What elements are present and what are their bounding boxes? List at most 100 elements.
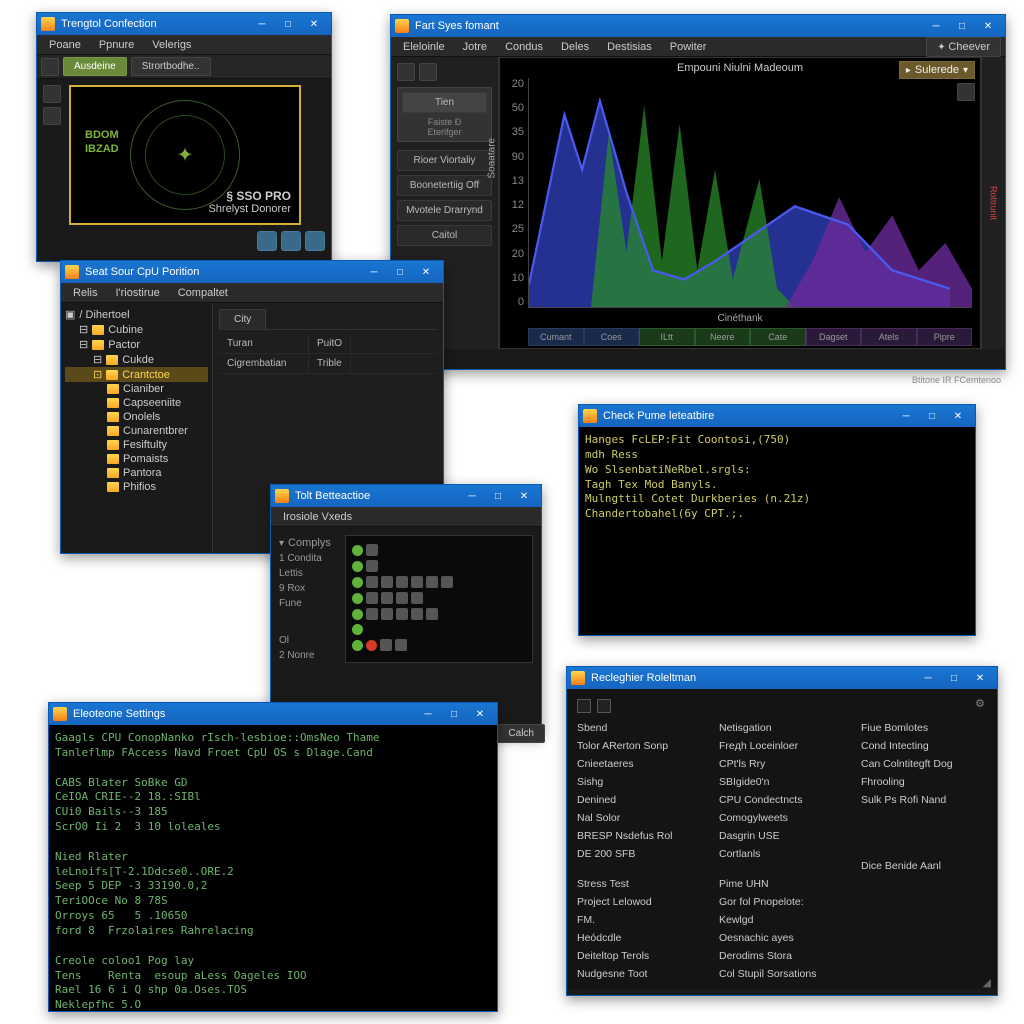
menu-item[interactable]: Deles <box>553 39 597 55</box>
titlebar[interactable]: Trengtol Confection ─ □ ✕ <box>37 13 331 35</box>
list-item[interactable]: Stress Test <box>577 877 703 891</box>
legend-item[interactable]: Atels <box>861 328 917 346</box>
minimize-button[interactable]: ─ <box>459 487 485 505</box>
menu-item[interactable]: I'riostirue <box>107 285 167 301</box>
minimize-button[interactable]: ─ <box>361 263 387 281</box>
tab-ausdeine[interactable]: Ausdeine <box>63 57 127 76</box>
list-item[interactable]: Cond Intecting <box>861 739 987 753</box>
list-item[interactable]: Cnieetaeres <box>577 757 703 771</box>
list-item[interactable]: Fiue Bomlotes <box>861 721 987 735</box>
status-dot-icon[interactable] <box>352 640 363 651</box>
mini-icon[interactable] <box>381 592 393 604</box>
titlebar[interactable]: Fart Syes fomant ─ □ ✕ <box>391 15 1005 37</box>
list-item[interactable]: Project Lelowod <box>577 895 703 909</box>
status-icon[interactable] <box>305 231 325 251</box>
tree-node[interactable]: Cunarentbrer <box>65 424 208 438</box>
legend-item[interactable]: Pipre <box>917 328 973 346</box>
maximize-button[interactable]: □ <box>919 407 945 425</box>
close-button[interactable]: ✕ <box>975 17 1001 35</box>
menu-item[interactable]: Eleloinle <box>395 39 453 55</box>
list-item[interactable]: Netisgation <box>719 721 845 735</box>
tree-node[interactable]: Cianiber <box>65 382 208 396</box>
minimize-button[interactable]: ─ <box>415 705 441 723</box>
toolbar-icon[interactable] <box>577 699 591 713</box>
record-icon[interactable] <box>366 640 377 651</box>
list-item[interactable]: Denined <box>577 793 703 807</box>
list-item[interactable]: Sulk Ps Rofi Nand <box>861 793 987 807</box>
mini-icon[interactable] <box>381 608 393 620</box>
list-item[interactable]: Sbend <box>577 721 703 735</box>
tree-node[interactable]: Onolels <box>65 410 208 424</box>
mini-icon[interactable] <box>426 576 438 588</box>
panel-button[interactable]: Rioer Viortaliy <box>397 150 492 171</box>
list-item[interactable]: Nal Solor <box>577 811 703 825</box>
close-button[interactable]: ✕ <box>967 669 993 687</box>
mini-icon[interactable] <box>366 608 378 620</box>
maximize-button[interactable]: □ <box>485 487 511 505</box>
run-button[interactable]: Tien <box>402 92 487 113</box>
list-item[interactable]: Fhrooling <box>861 775 987 789</box>
mini-icon[interactable] <box>396 576 408 588</box>
menu-item[interactable]: Powiter <box>662 39 715 55</box>
tree-node[interactable]: Phifios <box>65 480 208 494</box>
mini-icon[interactable] <box>411 592 423 604</box>
panel-icon[interactable] <box>397 63 415 81</box>
tree-view[interactable]: ▣/ Dihertoel ⊟Cubine ⊟Pactor ⊟Cukde ⊡Cra… <box>61 303 213 553</box>
terminal-output[interactable]: Gaagls CPU ConopNanko rIsch-lesbioe::Oms… <box>49 725 497 1011</box>
titlebar[interactable]: Eleoteone Settings ─ □ ✕ <box>49 703 497 725</box>
maximize-button[interactable]: □ <box>441 705 467 723</box>
list-item[interactable]: Deiteltop Terols <box>577 949 703 963</box>
legend-item[interactable]: Dagset <box>806 328 862 346</box>
status-dot-icon[interactable] <box>352 545 363 556</box>
tree-node[interactable]: ⊟Cukde <box>65 352 208 367</box>
mini-icon[interactable] <box>366 576 378 588</box>
list-item[interactable]: CPU Condectncts <box>719 793 845 807</box>
list-item[interactable]: Heódcdle <box>577 931 703 945</box>
list-item[interactable]: Nudgesne Toot <box>577 967 703 981</box>
status-dot-icon[interactable] <box>352 577 363 588</box>
legend-item[interactable]: Coes <box>584 328 640 346</box>
tree-node[interactable]: Fesiftulty <box>65 438 208 452</box>
list-item[interactable]: Oesnachic ayes <box>719 931 845 945</box>
mini-icon[interactable] <box>396 592 408 604</box>
close-button[interactable]: ✕ <box>511 487 537 505</box>
status-dot-icon[interactable] <box>352 561 363 572</box>
tree-node[interactable]: ⊟Cubine <box>65 322 208 337</box>
list-item[interactable]: Sishg <box>577 775 703 789</box>
list-item[interactable]: Cortlanls <box>719 847 845 861</box>
minimize-button[interactable]: ─ <box>893 407 919 425</box>
mini-icon[interactable] <box>426 608 438 620</box>
list-item[interactable]: Comogylweets <box>719 811 845 825</box>
mini-icon[interactable] <box>381 576 393 588</box>
cheever-button[interactable]: ✦ Cheever <box>926 37 1001 57</box>
titlebar[interactable]: Seat Sour CpU Porition ─ □ ✕ <box>61 261 443 283</box>
mini-icon[interactable] <box>366 544 378 556</box>
panel-button[interactable]: Mvotele Drarrynd <box>397 200 492 221</box>
sulerede-dropdown[interactable]: ▸ Sulerede ▾ <box>899 61 975 79</box>
tab-active[interactable]: Irosiole Vxeds <box>275 509 360 525</box>
tree-node[interactable]: Pomaists <box>65 452 208 466</box>
list-item[interactable]: Tolor ARerton Sonp <box>577 739 703 753</box>
menu-item[interactable]: Condus <box>497 39 551 55</box>
menu-velerigs[interactable]: Velerigs <box>144 37 199 53</box>
tree-root[interactable]: ▣/ Dihertoel <box>65 307 208 322</box>
mini-icon[interactable] <box>366 592 378 604</box>
gear-icon[interactable]: ⚙ <box>975 697 989 711</box>
sidebar-icon[interactable] <box>43 85 61 103</box>
menu-item[interactable]: Compaltet <box>170 285 236 301</box>
list-item[interactable]: Dasgrin USE <box>719 829 845 843</box>
mini-icon[interactable] <box>411 608 423 620</box>
titlebar[interactable]: Tolt Betteactioe ─ □ ✕ <box>271 485 541 507</box>
tab-strortbodhe[interactable]: Strortbodhe.. <box>131 57 211 76</box>
mini-icon[interactable] <box>441 576 453 588</box>
status-dot-icon[interactable] <box>352 624 363 635</box>
titlebar[interactable]: Recleghier Roleltman ─ □ ✕ <box>567 667 997 689</box>
legend-item[interactable]: Cate <box>750 328 806 346</box>
mini-icon[interactable] <box>395 639 407 651</box>
status-icon[interactable] <box>281 231 301 251</box>
maximize-button[interactable]: □ <box>949 17 975 35</box>
panel-button[interactable]: Boonetertiig Off <box>397 175 492 196</box>
minimize-button[interactable]: ─ <box>915 669 941 687</box>
list-item[interactable]: Pime UHN <box>719 877 845 891</box>
minimize-button[interactable]: ─ <box>249 15 275 33</box>
